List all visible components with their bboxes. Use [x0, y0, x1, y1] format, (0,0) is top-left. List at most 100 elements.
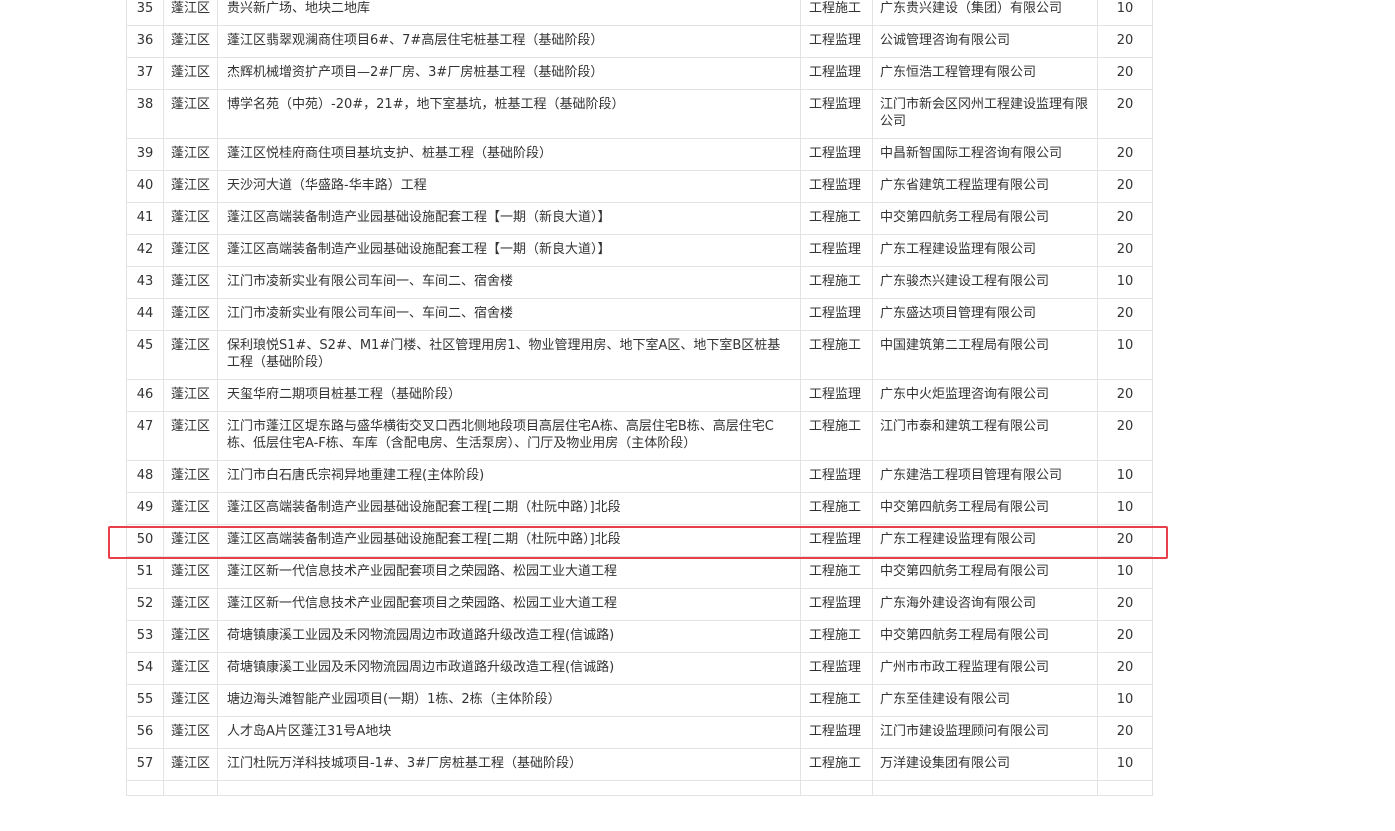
work-type-cell: 工程施工 [800, 492, 873, 525]
work-type-cell: 工程监理 [800, 379, 873, 412]
company-cell: 中交第四航务工程局有限公司 [872, 202, 1098, 235]
score-cell: 20 [1097, 234, 1153, 267]
district-cell: 蓬江区 [163, 25, 218, 58]
company-cell: 中交第四航务工程局有限公司 [872, 492, 1098, 525]
row-number: 38 [126, 89, 164, 139]
district-cell: 蓬江区 [163, 57, 218, 90]
district-cell: 蓬江区 [163, 556, 218, 589]
table-row: 52 蓬江区 蓬江区新一代信息技术产业园配套项目之荣园路、松园工业大道工程 工程监理广… [126, 588, 1153, 621]
project-name-cell [217, 780, 801, 796]
table-row: 38 蓬江区 博学名苑（中苑）-20#，21#，地下室基坑，桩基工程（基础阶段） 工程… [126, 89, 1153, 139]
work-type-cell: 工程施工 [800, 748, 873, 781]
project-name-cell: 蓬江区高端装备制造产业园基础设施配套工程[二期（杜阮中路）]北段 [217, 524, 801, 557]
district-cell: 蓬江区 [163, 620, 218, 653]
row-number: 41 [126, 202, 164, 235]
score-cell: 20 [1097, 379, 1153, 412]
score-cell: 20 [1097, 298, 1153, 331]
table-row: 45 蓬江区 保利琅悦S1#、S2#、M1#门楼、社区管理用房1、物业管理用房、地下… [126, 330, 1153, 380]
row-number: 46 [126, 379, 164, 412]
row-number: 44 [126, 298, 164, 331]
project-name-cell: 天玺华府二期项目桩基工程（基础阶段） [217, 379, 801, 412]
work-type-cell: 工程监理 [800, 460, 873, 493]
district-cell: 蓬江区 [163, 170, 218, 203]
work-type-cell: 工程施工 [800, 684, 873, 717]
company-cell: 万洋建设集团有限公司 [872, 748, 1098, 781]
table-row: 39 蓬江区 蓬江区悦桂府商住项目基坑支护、桩基工程（基础阶段） 工程监理 中昌新智国际… [126, 138, 1153, 171]
table-row: 36 蓬江区 蓬江区翡翠观澜商住项目6#、7#高层住宅桩基工程（基础阶段） 工程监理公… [126, 25, 1153, 58]
row-number: 47 [126, 411, 164, 461]
project-name-cell: 蓬江区新一代信息技术产业园配套项目之荣园路、松园工业大道工程 [217, 556, 801, 589]
score-cell: 20 [1097, 25, 1153, 58]
district-cell: 蓬江区 [163, 460, 218, 493]
score-cell: 10 [1097, 330, 1153, 380]
project-name-cell: 蓬江区新一代信息技术产业园配套项目之荣园路、松园工业大道工程 [217, 588, 801, 621]
table-row: 53 蓬江区 荷塘镇康溪工业园及禾冈物流园周边市政道路升级改造工程(信诚路) 工程施工… [126, 620, 1153, 653]
table-row: 50 蓬江区 蓬江区高端装备制造产业园基础设施配套工程[二期（杜阮中路）]北段 工程监… [126, 524, 1153, 557]
table-row: 48 蓬江区 江门市白石唐氏宗祠异地重建工程(主体阶段) 工程监理 广东建浩工程项目管理… [126, 460, 1153, 493]
district-cell: 蓬江区 [163, 652, 218, 685]
company-cell: 广州市市政工程监理有限公司 [872, 652, 1098, 685]
score-cell: 10 [1097, 266, 1153, 299]
row-number: 35 [126, 0, 164, 26]
table-row: 54 蓬江区 荷塘镇康溪工业园及禾冈物流园周边市政道路升级改造工程(信诚路) 工程监理… [126, 652, 1153, 685]
company-cell: 广东恒浩工程管理有限公司 [872, 57, 1098, 90]
work-type-cell: 工程监理 [800, 25, 873, 58]
district-cell [163, 780, 218, 796]
company-cell: 广东至佳建设有限公司 [872, 684, 1098, 717]
work-type-cell: 工程施工 [800, 556, 873, 589]
company-cell: 江门市新会区冈州工程建设监理有限公司 [872, 89, 1098, 139]
company-cell: 广东建浩工程项目管理有限公司 [872, 460, 1098, 493]
work-type-cell [800, 780, 873, 796]
company-cell: 公诚管理咨询有限公司 [872, 25, 1098, 58]
district-cell: 蓬江区 [163, 138, 218, 171]
work-type-cell: 工程施工 [800, 411, 873, 461]
score-cell: 10 [1097, 492, 1153, 525]
district-cell: 蓬江区 [163, 330, 218, 380]
row-number: 36 [126, 25, 164, 58]
work-type-cell: 工程监理 [800, 138, 873, 171]
table-row: 41 蓬江区 蓬江区高端装备制造产业园基础设施配套工程【一期（新良大道）】 工程施工中… [126, 202, 1153, 235]
project-table-container: 35 蓬江区 贵兴新广场、地块二地库 工程施工 广东贵兴建设（集团）有限公司 10 36 蓬江… [126, 0, 1153, 796]
row-number: 43 [126, 266, 164, 299]
score-cell: 20 [1097, 524, 1153, 557]
company-cell: 广东工程建设监理有限公司 [872, 524, 1098, 557]
work-type-cell: 工程施工 [800, 0, 873, 26]
score-cell: 20 [1097, 652, 1153, 685]
company-cell: 广东贵兴建设（集团）有限公司 [872, 0, 1098, 26]
district-cell: 蓬江区 [163, 524, 218, 557]
score-cell: 10 [1097, 0, 1153, 26]
district-cell: 蓬江区 [163, 0, 218, 26]
work-type-cell: 工程施工 [800, 620, 873, 653]
company-cell: 广东中火炬监理咨询有限公司 [872, 379, 1098, 412]
work-type-cell: 工程施工 [800, 266, 873, 299]
work-type-cell: 工程监理 [800, 57, 873, 90]
work-type-cell: 工程施工 [800, 202, 873, 235]
district-cell: 蓬江区 [163, 234, 218, 267]
score-cell: 20 [1097, 170, 1153, 203]
table-row: 57 蓬江区 江门杜阮万洋科技城项目-1#、3#厂房桩基工程（基础阶段） 工程施工 万洋… [126, 748, 1153, 781]
company-cell: 江门市建设监理顾问有限公司 [872, 716, 1098, 749]
score-cell: 20 [1097, 588, 1153, 621]
row-number: 42 [126, 234, 164, 267]
district-cell: 蓬江区 [163, 492, 218, 525]
project-name-cell: 蓬江区高端装备制造产业园基础设施配套工程【一期（新良大道）】 [217, 234, 801, 267]
score-cell: 10 [1097, 748, 1153, 781]
score-cell: 20 [1097, 411, 1153, 461]
row-number: 51 [126, 556, 164, 589]
company-cell: 中交第四航务工程局有限公司 [872, 620, 1098, 653]
project-table: 35 蓬江区 贵兴新广场、地块二地库 工程施工 广东贵兴建设（集团）有限公司 10 36 蓬江… [126, 0, 1153, 796]
project-name-cell: 江门市凌新实业有限公司车间一、车间二、宿舍楼 [217, 266, 801, 299]
table-row: 43 蓬江区 江门市凌新实业有限公司车间一、车间二、宿舍楼 工程施工 广东骏杰兴建设工程… [126, 266, 1153, 299]
company-cell: 广东海外建设咨询有限公司 [872, 588, 1098, 621]
district-cell: 蓬江区 [163, 202, 218, 235]
project-name-cell: 荷塘镇康溪工业园及禾冈物流园周边市政道路升级改造工程(信诚路) [217, 652, 801, 685]
table-row: 49 蓬江区 蓬江区高端装备制造产业园基础设施配套工程[二期（杜阮中路）]北段 工程施… [126, 492, 1153, 525]
score-cell: 20 [1097, 620, 1153, 653]
table-row: 40 蓬江区 天沙河大道（华盛路-华丰路）工程 工程监理 广东省建筑工程监理有限公司 20 [126, 170, 1153, 203]
row-number: 40 [126, 170, 164, 203]
table-row: 44 蓬江区 江门市凌新实业有限公司车间一、车间二、宿舍楼 工程监理 广东盛达项目管理有… [126, 298, 1153, 331]
project-name-cell: 蓬江区翡翠观澜商住项目6#、7#高层住宅桩基工程（基础阶段） [217, 25, 801, 58]
row-number: 55 [126, 684, 164, 717]
project-name-cell: 蓬江区悦桂府商住项目基坑支护、桩基工程（基础阶段） [217, 138, 801, 171]
company-cell: 中国建筑第二工程局有限公司 [872, 330, 1098, 380]
